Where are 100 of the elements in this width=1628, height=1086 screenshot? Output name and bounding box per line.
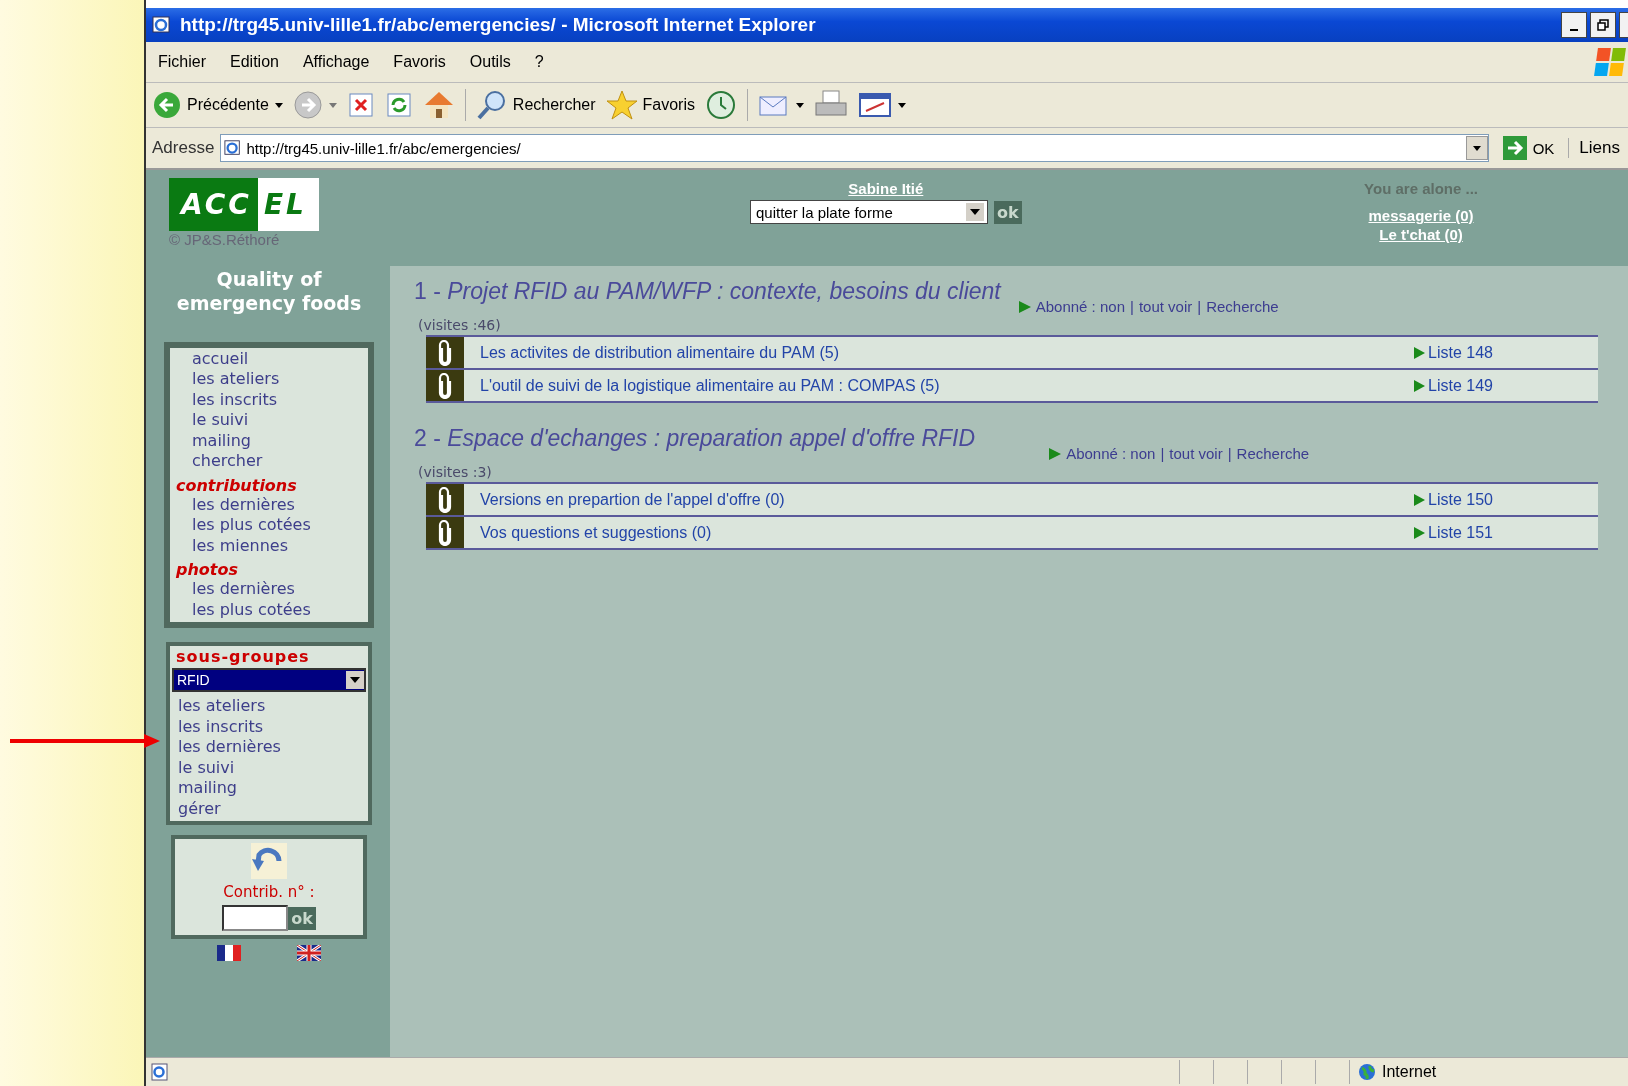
stop-icon[interactable] xyxy=(346,91,375,119)
ok-button[interactable]: ok xyxy=(288,906,316,930)
action-select[interactable]: quitter la plate forme xyxy=(750,200,988,224)
play-icon xyxy=(1414,379,1426,392)
go-button[interactable]: OK xyxy=(1494,136,1563,160)
paperclip-icon xyxy=(426,484,464,515)
links-button[interactable]: Liens xyxy=(1568,138,1628,158)
topic-title[interactable]: 1 - Projet RFID au PAM/WFP : contexte, besoins du client xyxy=(414,278,1001,305)
menu-link[interactable]: chercher xyxy=(170,451,368,472)
favorites-button[interactable]: Favoris xyxy=(605,89,695,121)
menu-link[interactable]: les dernières xyxy=(170,579,368,600)
play-icon xyxy=(1414,493,1426,506)
edit-icon[interactable] xyxy=(858,91,892,119)
ok-button[interactable]: ok xyxy=(994,200,1022,224)
logo: ACC EL xyxy=(169,178,319,231)
menu-link[interactable]: les ateliers xyxy=(170,696,368,717)
french-flag-icon[interactable] xyxy=(217,945,241,961)
subscription-status: Abonné : non xyxy=(1035,298,1125,315)
menu-item[interactable]: Outils xyxy=(469,53,511,71)
play-icon xyxy=(1049,447,1062,460)
search-button[interactable]: Rechercher xyxy=(475,89,596,121)
menu-link[interactable]: accueil xyxy=(170,348,368,369)
refresh-icon[interactable] xyxy=(384,91,413,119)
search-link[interactable]: Recherche xyxy=(1206,298,1279,315)
browser-icon xyxy=(152,15,172,35)
minimize-button[interactable] xyxy=(1561,12,1587,38)
list-link[interactable]: Liste 151 xyxy=(1414,523,1493,542)
windows-logo-icon xyxy=(1594,48,1626,76)
zone-text: Internet xyxy=(1382,1063,1437,1081)
menu-link[interactable]: les miennes xyxy=(170,535,368,556)
list-link[interactable]: Liste 149 xyxy=(1414,376,1493,395)
site-title: Quality of emergency foods xyxy=(175,268,363,316)
window-title: http://trg45.univ-lille1.fr/abc/emergencies/ - Microsoft Internet Explorer xyxy=(180,14,816,36)
menu-link[interactable]: gérer xyxy=(170,798,368,819)
subgroups-heading: sous-groupes xyxy=(175,647,311,666)
menu-item[interactable]: Fichier xyxy=(158,53,206,71)
menu-link[interactable]: mailing xyxy=(170,430,368,451)
list-link[interactable]: Liste 150 xyxy=(1414,490,1493,509)
dropdown-arrow-icon[interactable] xyxy=(274,102,283,108)
thread-link[interactable]: Les activites de distribution alimentaire du PAM (5) xyxy=(480,343,839,362)
play-icon xyxy=(1414,346,1426,359)
visit-count: (visites :46) xyxy=(418,317,502,333)
contrib-label: Contrib. n° : xyxy=(223,883,315,901)
british-flag-icon[interactable] xyxy=(297,945,321,961)
copyright-text: © JP&S.Réthoré xyxy=(169,231,280,248)
restore-button[interactable] xyxy=(1590,12,1616,38)
minimize-icon xyxy=(1570,29,1578,31)
menu-link[interactable]: les inscrits xyxy=(170,389,368,410)
separator: | xyxy=(1227,445,1232,462)
paperclip-icon xyxy=(426,517,464,548)
menu-link[interactable]: les plus cotées xyxy=(170,599,368,620)
topic-title[interactable]: 2 - Espace d'echanges : preparation appel d'offre RFID xyxy=(414,425,976,452)
globe-icon xyxy=(1358,1063,1376,1081)
subgroup-select[interactable]: RFID xyxy=(172,668,366,692)
menu-link[interactable]: le suivi xyxy=(170,757,368,778)
close-button[interactable] xyxy=(1619,12,1628,38)
menu-link[interactable]: les plus cotées xyxy=(170,515,368,536)
menu-item[interactable]: ? xyxy=(534,53,544,71)
separator: | xyxy=(1197,298,1202,315)
dropdown-button[interactable] xyxy=(1465,136,1488,160)
contrib-number-field[interactable] xyxy=(222,905,289,931)
dropdown-arrow-icon xyxy=(970,209,980,215)
address-field[interactable]: http://trg45.univ-lille1.fr/abc/emergencies/ xyxy=(220,134,1489,162)
thread-link[interactable]: L'outil de suivi de la logistique alimentaire au PAM : COMPAS (5) xyxy=(480,376,940,395)
page-icon xyxy=(150,1062,170,1082)
back-button[interactable]: Précédente xyxy=(152,90,269,120)
search-link[interactable]: Recherche xyxy=(1236,445,1310,462)
paperclip-icon xyxy=(426,370,464,401)
thread-link[interactable]: Versions en prepartion de l'appel d'offre (0) xyxy=(480,490,785,509)
menu-item[interactable]: Affichage xyxy=(302,53,370,71)
play-icon xyxy=(1018,300,1031,313)
menu-link[interactable]: les inscrits xyxy=(170,716,368,737)
separator: | xyxy=(1160,445,1165,462)
history-icon[interactable] xyxy=(705,89,737,121)
list-link[interactable]: Liste 148 xyxy=(1414,343,1493,362)
page-icon xyxy=(224,139,243,157)
see-all-link[interactable]: tout voir xyxy=(1138,298,1193,315)
menu-link[interactable]: les dernières xyxy=(170,494,368,515)
menu-link[interactable]: le suivi xyxy=(170,410,368,431)
forward-icon[interactable] xyxy=(292,90,323,120)
play-icon xyxy=(1414,526,1426,539)
thread-link[interactable]: Vos questions et suggestions (0) xyxy=(480,523,712,542)
star-icon xyxy=(605,89,638,121)
menu-link[interactable]: les ateliers xyxy=(170,369,368,390)
dropdown-arrow-icon[interactable] xyxy=(796,102,804,108)
dropdown-arrow-icon[interactable] xyxy=(898,102,906,108)
menu-link[interactable]: les dernières xyxy=(170,737,368,758)
paperclip-icon xyxy=(426,337,464,368)
menu-item[interactable]: Favoris xyxy=(393,53,446,71)
menu-item[interactable]: Edition xyxy=(230,53,279,71)
subscription-status: Abonné : non xyxy=(1066,445,1156,462)
menu-link[interactable]: mailing xyxy=(170,778,368,799)
visit-count: (visites :3) xyxy=(418,464,493,480)
search-icon xyxy=(475,89,508,121)
see-all-link[interactable]: tout voir xyxy=(1169,445,1223,462)
separator: | xyxy=(1130,298,1134,315)
menu-heading: photos xyxy=(175,560,239,579)
restore-icon xyxy=(1597,19,1609,31)
dropdown-arrow-icon xyxy=(350,677,360,683)
address-label: Adresse xyxy=(152,138,215,158)
